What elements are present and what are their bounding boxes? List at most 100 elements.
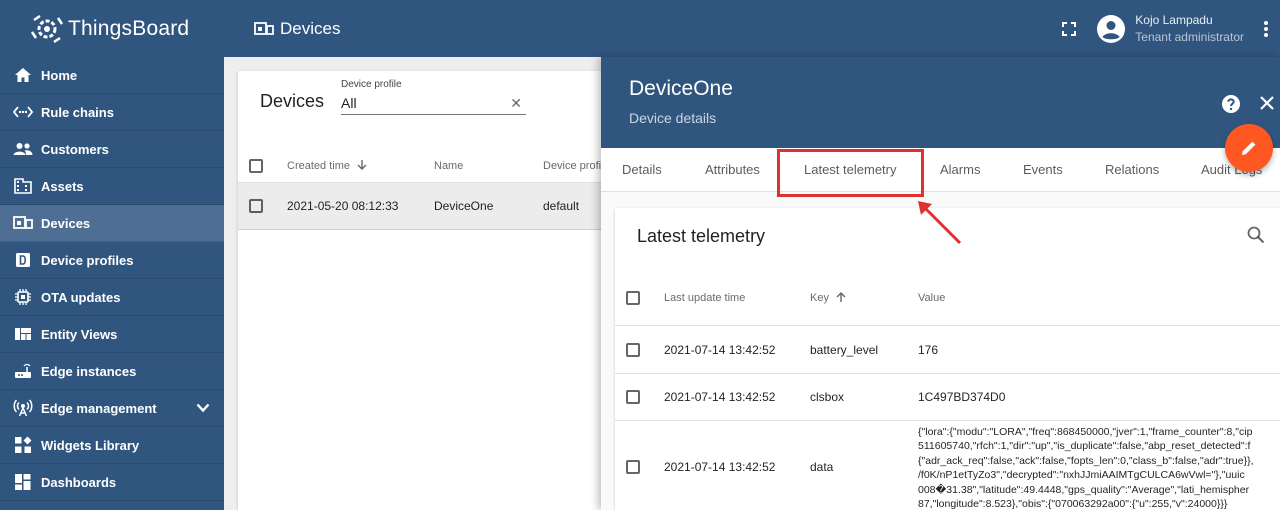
more-vert-icon (1264, 20, 1268, 37)
row-checkbox[interactable] (626, 460, 640, 474)
sidebar-item-rule-chains[interactable]: Rule chains (0, 94, 224, 131)
table-row[interactable]: 2021-05-20 08:12:33 DeviceOne default (238, 183, 618, 230)
user-info[interactable]: Kojo Lampadu Tenant administrator (1135, 12, 1244, 46)
device-icon (13, 213, 33, 233)
code-arrows-icon (13, 102, 33, 122)
device-profile-icon (13, 250, 33, 270)
account-circle-icon[interactable] (1097, 14, 1126, 43)
dashboard-icon (13, 472, 33, 492)
tab-relations[interactable]: Relations (1105, 162, 1159, 177)
device-profile-filter[interactable]: Device profile All ✕ (341, 79, 526, 115)
sidebar-item-edge-instances[interactable]: Edge instances (0, 353, 224, 390)
thingsboard-logo-icon (30, 14, 64, 43)
annotation-arrow-icon (918, 201, 962, 245)
tab-attributes[interactable]: Attributes (705, 162, 760, 177)
sidebar-item-home[interactable]: Home (0, 57, 224, 94)
edit-button[interactable] (1225, 124, 1273, 172)
cell-value: 1C497BD374D0 (918, 390, 1006, 404)
tab-details[interactable]: Details (622, 162, 662, 177)
detail-tabs: Details Attributes Latest telemetry Alar… (601, 148, 1280, 197)
telemetry-title: Latest telemetry (637, 226, 766, 246)
pencil-icon (1242, 141, 1256, 155)
sidebar-item-edge-management[interactable]: Edge management (0, 390, 224, 427)
sidebar-item-assets[interactable]: Assets (0, 168, 224, 205)
json-line: 008�31.38","latitude":49.4448,"gps_quali… (918, 483, 1250, 496)
telemetry-table-header: Last update time Key Value (615, 270, 1280, 326)
sidebar-item-customers[interactable]: Customers (0, 131, 224, 168)
column-header-label: Created time (287, 159, 350, 172)
panel-header: DeviceOne Device details (601, 57, 1280, 172)
logo[interactable]: ThingsBoard (0, 0, 224, 57)
sidebar-item-label: Rule chains (41, 104, 114, 120)
json-line: {"lora":{"modu":"LORA","freq":868450000,… (918, 426, 1253, 438)
chip-icon (13, 287, 33, 307)
widgets-icon (13, 435, 33, 455)
cell-key: clsbox (810, 390, 845, 404)
json-line: {"adr_ack_req":false,"ack":false,"fopts_… (918, 454, 1254, 467)
view-quilt-icon (13, 324, 33, 344)
devices-card: Devices Device profile All ✕ Created tim… (238, 71, 618, 510)
column-header-key[interactable]: Key (810, 292, 846, 304)
sidebar: Home Rule chains Customers Assets Device… (0, 57, 224, 510)
table-row[interactable]: 2021-07-14 13:42:52 clsbox 1C497BD374D0 (615, 374, 1280, 421)
cell-key: data (810, 460, 834, 474)
column-header-created[interactable]: Created time (287, 159, 367, 172)
row-checkbox[interactable] (249, 199, 263, 213)
sidebar-item-label: Customers (41, 141, 109, 157)
select-all-checkbox[interactable] (626, 291, 640, 305)
more-menu-button[interactable] (1256, 17, 1276, 41)
sidebar-item-label: Devices (41, 215, 91, 231)
close-icon[interactable] (1258, 94, 1276, 112)
app-name: ThingsBoard (68, 16, 190, 40)
column-header-value[interactable]: Value (918, 292, 945, 304)
tab-highlight-box (777, 149, 924, 197)
row-checkbox[interactable] (626, 343, 640, 357)
sidebar-item-device-profiles[interactable]: Device profiles (0, 242, 224, 279)
section-title: Devices (224, 19, 340, 39)
cell-created: 2021-05-20 08:12:33 (287, 199, 399, 213)
tab-events[interactable]: Events (1023, 162, 1063, 177)
sidebar-item-entity-views[interactable]: Entity Views (0, 316, 224, 353)
column-header-label: Key (810, 292, 829, 304)
sidebar-item-ota-updates[interactable]: OTA updates (0, 279, 224, 316)
cell-key: battery_level (810, 343, 879, 357)
help-icon[interactable] (1221, 94, 1241, 114)
column-header-profile[interactable]: Device profi (543, 160, 601, 172)
sidebar-item-label: OTA updates (41, 289, 121, 305)
router-icon (13, 361, 33, 381)
table-row[interactable]: 2021-07-14 13:42:52 data {"lora":{"modu"… (615, 421, 1280, 510)
select-all-checkbox[interactable] (249, 159, 263, 173)
column-header-last-update[interactable]: Last update time (664, 292, 745, 304)
search-icon[interactable] (1247, 226, 1265, 244)
building-icon (13, 176, 33, 196)
tab-alarms[interactable]: Alarms (940, 162, 980, 177)
device-details-panel: DeviceOne Device details Details Attribu… (601, 57, 1280, 510)
sidebar-item-label: Dashboards (41, 474, 117, 490)
json-line: 87,"longitude":8.523},"obis":{"070063292… (918, 498, 1228, 510)
cell-time: 2021-07-14 13:42:52 (664, 390, 776, 404)
json-line: /f0K/nP1etTyZo3","decrypted":"nxhJJmiAAI… (918, 469, 1245, 482)
clear-icon[interactable]: ✕ (510, 95, 522, 112)
sidebar-item-label: Device profiles (41, 252, 134, 268)
fullscreen-icon (1062, 21, 1077, 36)
json-line: 511605740,"rfch":1,"dir":"up","is_duplic… (918, 440, 1251, 453)
cell-name: DeviceOne (434, 199, 494, 213)
column-header-name[interactable]: Name (434, 160, 463, 172)
sidebar-item-dashboards[interactable]: Dashboards (0, 464, 224, 501)
fullscreen-button[interactable] (1057, 17, 1081, 41)
sidebar-item-devices[interactable]: Devices (0, 205, 224, 242)
filter-input[interactable]: All ✕ (341, 95, 526, 115)
panel-subtitle: Device details (629, 110, 717, 126)
filter-label: Device profile (341, 79, 402, 90)
devices-title: Devices (260, 91, 325, 111)
row-checkbox[interactable] (626, 390, 640, 404)
antenna-icon (13, 398, 33, 418)
cell-value-json: {"lora":{"modu":"LORA","freq":868450000,… (918, 425, 1254, 510)
table-row[interactable]: 2021-07-14 13:42:52 battery_level 176 (615, 326, 1280, 374)
chevron-down-icon[interactable] (196, 400, 210, 416)
sidebar-item-widgets-library[interactable]: Widgets Library (0, 427, 224, 464)
sidebar-item-label: Edge management (41, 400, 157, 416)
arrow-up-icon (836, 292, 846, 302)
people-icon (13, 139, 33, 159)
cell-value: 176 (918, 343, 939, 357)
